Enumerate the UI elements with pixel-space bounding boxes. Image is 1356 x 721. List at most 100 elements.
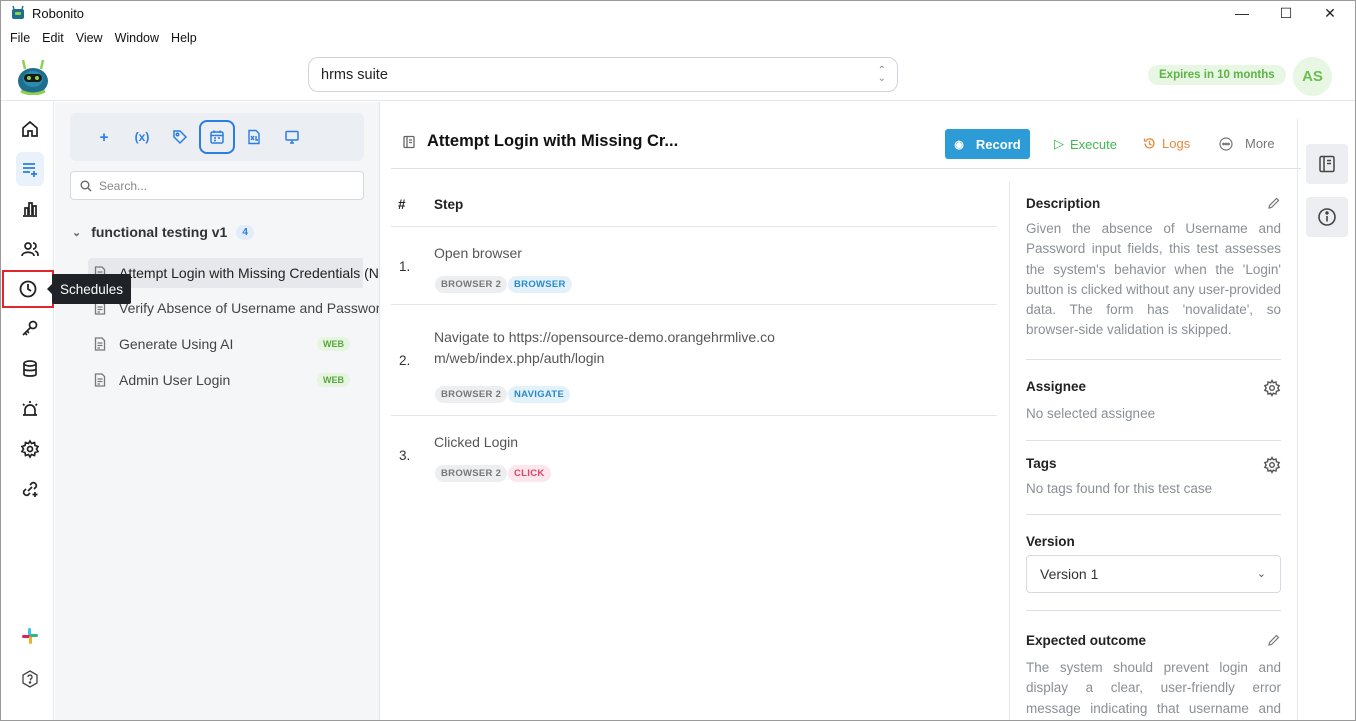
assignee-heading: Assignee bbox=[1026, 379, 1087, 394]
suite-select[interactable]: hrms suite ⌃ ⌄ bbox=[308, 57, 898, 92]
execute-button[interactable]: ▷ Execute bbox=[1054, 136, 1117, 152]
step-row[interactable]: 1. Open browser BROWSER 2 BROWSER bbox=[391, 227, 997, 305]
schedule-button[interactable] bbox=[199, 120, 235, 154]
menu-window[interactable]: Window bbox=[115, 31, 159, 45]
execute-label: Execute bbox=[1070, 136, 1117, 152]
gear-icon[interactable] bbox=[1263, 379, 1281, 397]
excel-button[interactable] bbox=[235, 120, 273, 154]
edit-pencil-icon[interactable] bbox=[1267, 196, 1281, 210]
test-title: Attempt Login with Missing Cr... bbox=[402, 132, 678, 151]
menu-file[interactable]: File bbox=[10, 31, 30, 45]
home-nav[interactable] bbox=[10, 112, 50, 146]
integrations-nav[interactable] bbox=[10, 472, 50, 506]
menu-view[interactable]: View bbox=[76, 31, 103, 45]
calendar-icon bbox=[210, 130, 224, 144]
test-file-icon bbox=[94, 337, 106, 351]
test-case-item[interactable]: Verify Absence of Username and Password bbox=[88, 293, 379, 323]
users-icon bbox=[21, 242, 39, 257]
version-section: Version bbox=[1026, 534, 1281, 549]
more-button[interactable]: More bbox=[1219, 136, 1275, 151]
keys-nav[interactable] bbox=[10, 312, 50, 346]
test-group[interactable]: ⌄ functional testing v1 4 bbox=[72, 224, 254, 240]
step-text: Navigate to https://opensource-demo.oran… bbox=[434, 329, 775, 366]
menu-bar: File Edit View Window Help bbox=[1, 28, 209, 48]
action-chip: NAVIGATE bbox=[508, 386, 571, 403]
add-button[interactable]: + bbox=[85, 120, 123, 154]
excel-file-icon bbox=[248, 129, 260, 145]
step-row[interactable]: 2. Navigate to https://opensource-demo.o… bbox=[391, 305, 997, 416]
right-rail bbox=[1297, 119, 1349, 720]
robonito-logo-icon[interactable] bbox=[15, 57, 51, 95]
link-add-icon bbox=[22, 481, 38, 497]
tags-section: Tags No tags found for this test case bbox=[1026, 456, 1281, 499]
users-nav[interactable] bbox=[10, 232, 50, 266]
app-header: hrms suite ⌃ ⌄ Expires in 10 months AS bbox=[1, 51, 1355, 101]
assignee-section: Assignee No selected assignee bbox=[1026, 379, 1281, 424]
updown-chevron-icon: ⌃ ⌄ bbox=[877, 65, 886, 84]
edit-pencil-icon[interactable] bbox=[1267, 633, 1281, 647]
slack-button[interactable] bbox=[10, 619, 50, 653]
browser-chip: BROWSER 2 bbox=[435, 276, 508, 293]
alerts-nav[interactable] bbox=[10, 392, 50, 426]
history-icon bbox=[1143, 138, 1155, 149]
reports-nav[interactable] bbox=[10, 192, 50, 226]
test-case-item[interactable]: Admin User Login WEB bbox=[88, 365, 378, 395]
outcome-text: The system should prevent login and disp… bbox=[1026, 660, 1281, 716]
maximize-button[interactable]: ☐ bbox=[1263, 1, 1309, 25]
menu-help[interactable]: Help bbox=[171, 31, 197, 45]
col-step: Step bbox=[434, 197, 464, 212]
close-button[interactable]: ✕ bbox=[1307, 1, 1353, 25]
gear-icon[interactable] bbox=[1263, 456, 1281, 474]
info-icon bbox=[1318, 208, 1336, 226]
browser-chip: BROWSER 2 bbox=[435, 465, 508, 482]
steps-header: # Step bbox=[391, 182, 997, 227]
tags-value: No tags found for this test case bbox=[1026, 481, 1213, 496]
notebook-button[interactable] bbox=[1306, 144, 1348, 184]
description-section: Description Given the absence of Usernam… bbox=[1026, 196, 1281, 341]
header-divider bbox=[391, 168, 1301, 169]
user-avatar[interactable]: AS bbox=[1293, 57, 1332, 96]
group-count-badge: 4 bbox=[236, 224, 254, 240]
web-badge: WEB bbox=[317, 373, 350, 387]
variables-button[interactable]: (x) bbox=[123, 120, 161, 154]
logs-button[interactable]: Logs bbox=[1143, 136, 1190, 151]
step-text: Clicked Login bbox=[434, 434, 519, 450]
description-heading: Description bbox=[1026, 196, 1101, 211]
database-nav[interactable] bbox=[10, 352, 50, 386]
help-button[interactable] bbox=[10, 662, 50, 696]
test-title-text: Attempt Login with Missing Cr... bbox=[427, 132, 679, 150]
list-add-icon bbox=[23, 163, 37, 177]
step-row[interactable]: 3. Clicked Login BROWSER 2 CLICK bbox=[391, 416, 997, 494]
settings-nav[interactable] bbox=[10, 432, 50, 466]
version-select[interactable]: Version 1 ⌄ bbox=[1026, 555, 1281, 593]
action-chip: BROWSER bbox=[508, 276, 572, 293]
test-case-label: Attempt Login with Missing Credentials (… bbox=[119, 265, 380, 281]
chevron-down-icon: ⌄ bbox=[72, 226, 82, 239]
record-button[interactable]: ◉ Record bbox=[945, 129, 1030, 159]
tags-button[interactable] bbox=[161, 120, 199, 154]
bar-chart-icon bbox=[23, 202, 37, 217]
desktop-button[interactable] bbox=[273, 120, 311, 154]
step-number: 2. bbox=[399, 353, 411, 368]
col-num: # bbox=[398, 197, 406, 212]
clock-icon bbox=[19, 280, 37, 298]
test-cases-nav[interactable] bbox=[16, 152, 44, 186]
schedules-nav[interactable] bbox=[2, 270, 54, 308]
info-button[interactable] bbox=[1306, 197, 1348, 237]
search-input[interactable]: Search... bbox=[70, 171, 364, 200]
version-heading: Version bbox=[1026, 534, 1075, 549]
step-number: 3. bbox=[399, 448, 411, 463]
tags-heading: Tags bbox=[1026, 456, 1057, 471]
alarm-icon bbox=[22, 401, 38, 416]
test-case-label: Generate Using AI bbox=[119, 336, 234, 352]
monitor-icon bbox=[285, 130, 299, 144]
test-case-item[interactable]: Generate Using AI WEB bbox=[88, 329, 378, 359]
menu-edit[interactable]: Edit bbox=[42, 31, 64, 45]
gear-icon bbox=[20, 439, 40, 459]
more-label: More bbox=[1245, 136, 1275, 151]
schedules-tooltip: Schedules bbox=[46, 274, 132, 304]
divider bbox=[1026, 610, 1281, 611]
suite-select-value: hrms suite bbox=[321, 66, 388, 83]
minimize-button[interactable]: — bbox=[1219, 1, 1265, 25]
nav-rail bbox=[1, 102, 54, 720]
